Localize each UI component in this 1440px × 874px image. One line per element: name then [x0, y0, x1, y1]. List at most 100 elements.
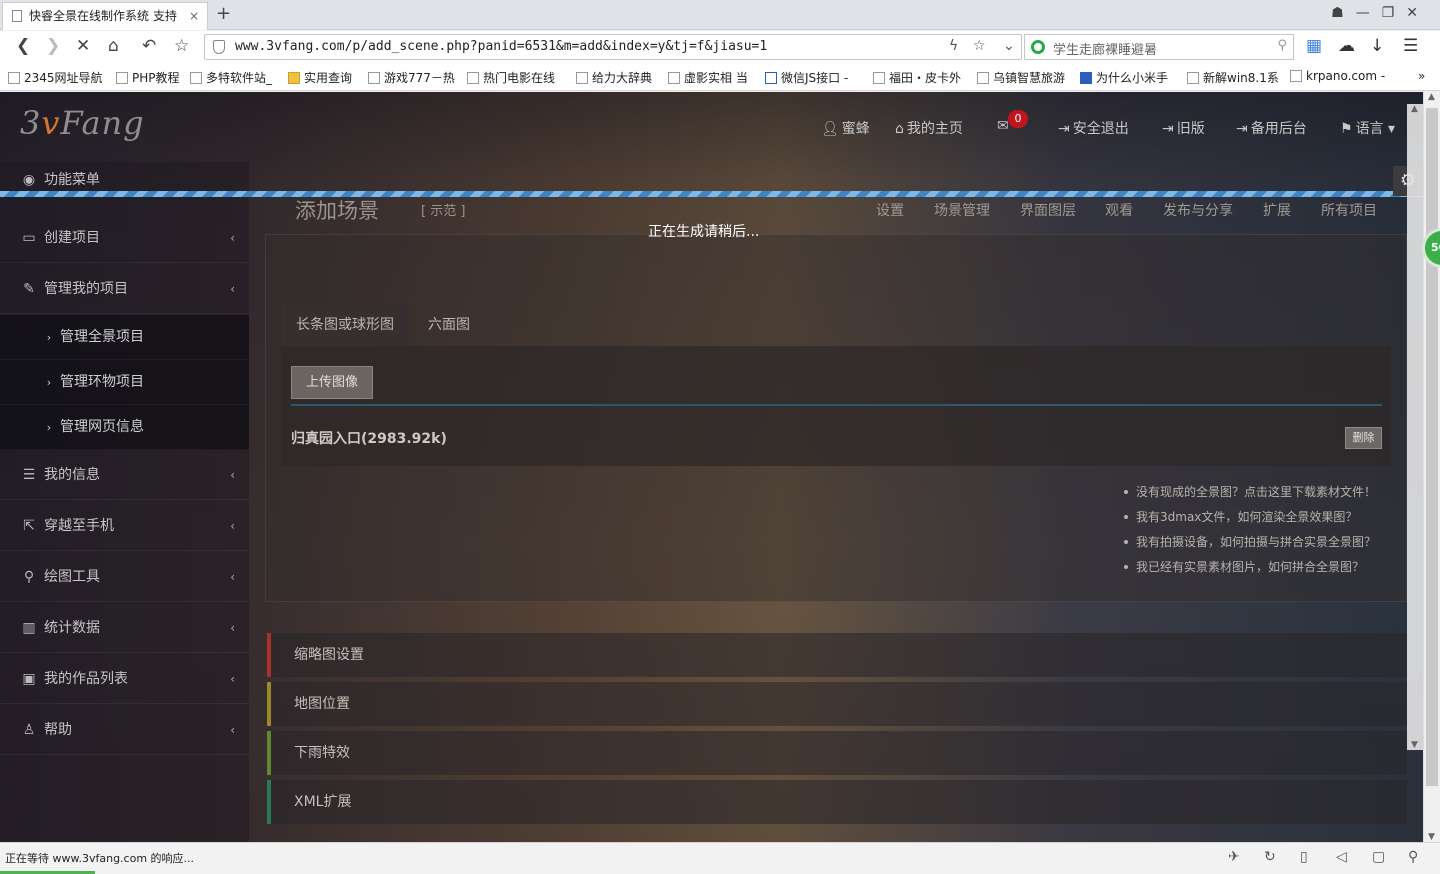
bullet-icon — [1124, 565, 1128, 569]
refresh-icon[interactable]: ↻ — [1264, 849, 1276, 865]
sidebar-subitem-objects[interactable]: › 管理环物项目 — [0, 360, 249, 405]
bookmark-item[interactable]: PHP教程 — [116, 69, 180, 86]
bookmark-item[interactable]: 实用查询 — [288, 69, 352, 86]
restore-icon[interactable]: ❐ — [1382, 5, 1407, 21]
chevron-left-icon: ‹ — [230, 723, 235, 737]
scroll-up-icon[interactable]: ▲ — [1428, 92, 1435, 102]
undo-icon[interactable]: ↶ — [142, 36, 156, 56]
tab-content — [281, 346, 1391, 466]
section-map[interactable]: 地图位置 — [267, 682, 1407, 726]
sidebar-item-works[interactable]: ▣ 我的作品列表 ‹ — [0, 654, 249, 704]
cloud-icon[interactable]: ☁ — [1338, 36, 1355, 56]
bookmark-item[interactable]: 2345网址导航 — [8, 69, 103, 86]
search-input[interactable]: 学生走廊裸睡避暑 — [1053, 39, 1157, 58]
site-logo[interactable]: 3vFang — [20, 104, 145, 142]
sidebar-item-mobile[interactable]: ⇱ 穿越至手机 ‹ — [0, 501, 249, 551]
bookmark-icon — [190, 72, 202, 84]
stop-icon[interactable]: ✕ — [76, 36, 90, 56]
scrollbar-thumb[interactable] — [1426, 108, 1438, 786]
minimize-icon[interactable]: — — [1356, 5, 1382, 21]
section-rain[interactable]: 下雨特效 — [267, 731, 1407, 775]
bookmark-item[interactable]: 新解win8.1系 — [1187, 69, 1279, 86]
tab-scene-manage[interactable]: 场景管理 — [934, 200, 990, 220]
bookmark-item[interactable]: 微信JS接口 - — [765, 69, 848, 86]
download-icon[interactable]: ↓ — [1370, 36, 1384, 56]
tab-view[interactable]: 观看 — [1105, 200, 1133, 220]
section-xml[interactable]: XML扩展 — [267, 780, 1407, 824]
tab-ui-layers[interactable]: 界面图层 — [1020, 200, 1076, 220]
tab-cubemap[interactable]: 六面图 — [413, 304, 485, 346]
tab-publish[interactable]: 发布与分享 — [1163, 200, 1233, 220]
sidebar-item-help[interactable]: ♙ 帮助 ‹ — [0, 705, 249, 755]
bookmark-item[interactable]: 福田・皮卡外 — [873, 69, 961, 86]
favorite-star-icon[interactable]: ☆ — [174, 36, 189, 56]
sidebar-item-drawing[interactable]: ⚲ 绘图工具 ‹ — [0, 552, 249, 602]
forward-icon[interactable]: ❯ — [46, 36, 60, 56]
window-icon[interactable]: ▢ — [1372, 849, 1385, 865]
lightning-icon[interactable]: ϟ — [949, 38, 958, 54]
section-thumbnail[interactable]: 缩略图设置 — [267, 633, 1407, 677]
home-icon[interactable]: ⌂ — [108, 36, 119, 56]
bookmark-item[interactable]: 热门电影在线 — [467, 69, 555, 86]
bookmark-item[interactable]: 虚影实相 当 — [668, 69, 748, 86]
nav-home[interactable]: ⌂ 我的主页 — [895, 118, 963, 138]
loading-progress-stripe — [0, 191, 1423, 197]
close-window-icon[interactable]: ✕ — [1406, 5, 1430, 21]
address-bar[interactable]: www.3vfang.com/p/add_scene.php?panid=653… — [204, 34, 1022, 60]
nav-old-version[interactable]: ⇥ 旧版 — [1162, 118, 1205, 138]
help-link[interactable]: 没有现成的全景图？点击这里下载素材文件！ — [1124, 483, 1376, 500]
sidebar-item-manage[interactable]: ✎ 管理我的项目 ‹ — [0, 264, 249, 314]
pin-icon[interactable]: ✈ — [1228, 849, 1240, 865]
new-tab-button[interactable]: + — [216, 3, 231, 24]
browser-tab[interactable]: 快睿全景在线制作系统 支持 × — [2, 2, 208, 30]
menu-icon[interactable]: ☰ — [1403, 36, 1418, 56]
tab-extend[interactable]: 扩展 — [1263, 200, 1291, 220]
skin-icon[interactable]: ☗ — [1331, 5, 1356, 21]
zoom-icon[interactable]: ⚲ — [1408, 849, 1418, 865]
search-icon[interactable]: ⚲ — [1277, 38, 1287, 53]
upload-image-button[interactable]: 上传图像 — [291, 366, 373, 399]
nav-logout[interactable]: ⇥ 安全退出 — [1058, 118, 1129, 138]
scroll-down-icon[interactable]: ▼ — [1428, 832, 1435, 842]
trash-icon[interactable]: ▯ — [1300, 849, 1308, 865]
demo-link[interactable]: [ 示范 ] — [421, 200, 465, 219]
bookmark-star-icon[interactable]: ☆ — [973, 38, 986, 54]
bookmarks-more-icon[interactable]: » — [1418, 69, 1425, 83]
desktop-icon: ▭ — [22, 230, 36, 246]
page-scrollbar[interactable]: ▲ ▼ — [1423, 92, 1440, 842]
tab-close-icon[interactable]: × — [189, 3, 199, 29]
bookmark-bar: 2345网址导航 PHP教程 多特软件站_ 实用查询 游戏777－热 热门电影在… — [0, 63, 1440, 91]
tab-settings[interactable]: 设置 — [876, 200, 904, 220]
sidebar-item-create[interactable]: ▭ 创建项目 ‹ — [0, 213, 249, 263]
inner-scrollbar[interactable]: ▲ ▼ — [1407, 104, 1423, 750]
apps-icon[interactable]: ▦ — [1306, 36, 1322, 56]
bookmark-item[interactable]: 游戏777－热 — [368, 69, 455, 86]
sidebar-subitem-panorama[interactable]: › 管理全景项目 — [0, 315, 249, 360]
bookmark-item[interactable]: 给力大辞典 — [576, 69, 652, 86]
tab-all-projects[interactable]: 所有项目 — [1321, 200, 1377, 220]
sidebar-subitem-webinfo[interactable]: › 管理网页信息 — [0, 405, 249, 450]
nav-language[interactable]: ⚑ 语言 ▾ — [1340, 118, 1395, 138]
chevron-down-icon[interactable]: ⌄ — [1003, 38, 1015, 54]
sidebar-item-myinfo[interactable]: ☰ 我的信息 ‹ — [0, 450, 249, 500]
help-link[interactable]: 我有3dmax文件，如何渲染全景效果图？ — [1124, 508, 1357, 525]
help-link[interactable]: 我已经有实景素材图片，如何拼合全景图？ — [1124, 558, 1364, 575]
chevron-left-icon: ‹ — [230, 519, 235, 533]
page-title: 添加场景 — [295, 199, 379, 223]
nav-backup[interactable]: ⇥ 备用后台 — [1236, 118, 1307, 138]
nav-user[interactable]: 👤︎ 蜜蜂 — [821, 118, 870, 138]
scroll-up-icon[interactable]: ▲ — [1411, 104, 1418, 114]
sound-icon[interactable]: ◁ — [1336, 849, 1347, 865]
back-icon[interactable]: ❮ — [16, 36, 30, 56]
tab-equirectangular[interactable]: 长条图或球形图 — [281, 304, 409, 346]
bookmark-item[interactable]: krpano.com - — [1290, 69, 1385, 83]
help-link[interactable]: 我有拍摄设备，如何拍摄与拼合实景全景图？ — [1124, 533, 1376, 550]
bookmark-item[interactable]: 多特软件站_ — [190, 69, 272, 86]
search-box[interactable]: 学生走廊裸睡避暑 ⚲ — [1024, 34, 1294, 60]
scroll-down-icon[interactable]: ▼ — [1411, 740, 1418, 750]
bookmark-item[interactable]: 乌镇智慧旅游 — [977, 69, 1065, 86]
sidebar-item-stats[interactable]: ▥ 统计数据 ‹ — [0, 603, 249, 653]
bookmark-item[interactable]: 为什么小米手 — [1080, 69, 1168, 86]
delete-button[interactable]: 删除 — [1345, 427, 1382, 449]
url-text[interactable]: www.3vfang.com/p/add_scene.php?panid=653… — [235, 39, 767, 54]
